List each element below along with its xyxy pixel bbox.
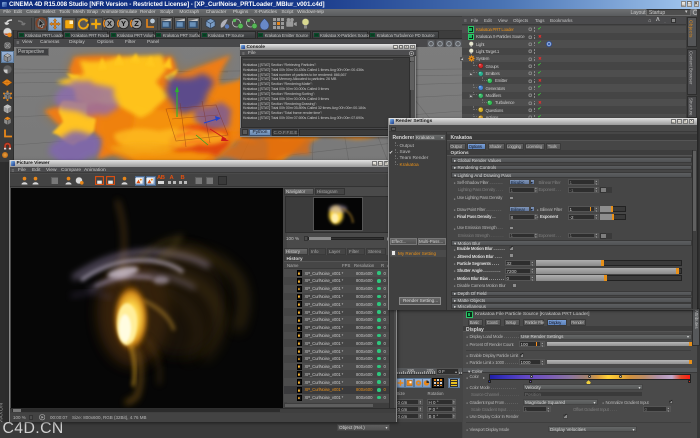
svg-text:X: X xyxy=(107,19,112,28)
svg-text:Y: Y xyxy=(120,19,125,28)
svg-text:Z: Z xyxy=(134,19,139,28)
